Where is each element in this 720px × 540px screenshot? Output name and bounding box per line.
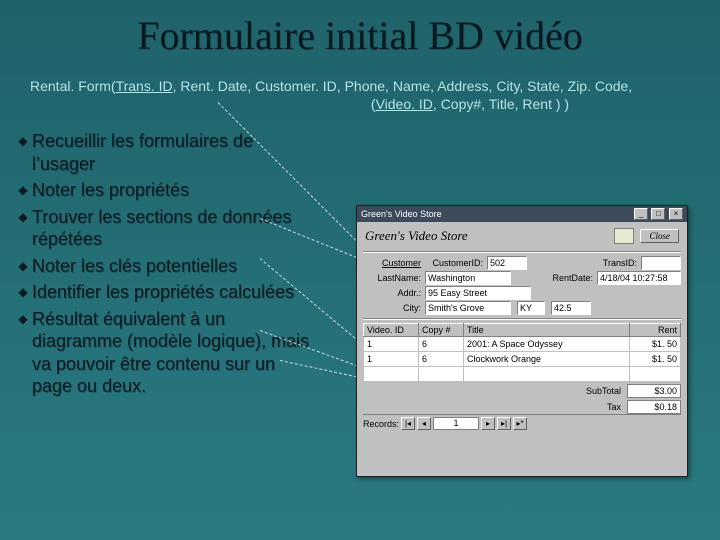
bullet-icon: ◆ [14, 206, 32, 224]
record-position[interactable]: 1 [433, 417, 479, 430]
tax-label: Tax [607, 402, 621, 412]
table-row[interactable]: 1 6 Clockwork Orange $1. 50 [364, 352, 681, 367]
customer-id-field[interactable]: 502 [487, 256, 527, 270]
address-label: Addr.: [363, 288, 425, 298]
trans-id-field[interactable] [641, 256, 681, 270]
subtotal-label: SubTotal [586, 386, 621, 396]
rent-date-field[interactable]: 4/18/04 10:27:58 [597, 271, 681, 285]
bullet-icon: ◆ [14, 308, 32, 326]
cell[interactable] [630, 367, 681, 382]
city-label: City: [363, 303, 425, 313]
zip-field[interactable]: 42.5 [551, 301, 591, 315]
address-field[interactable]: 95 Easy Street [425, 286, 531, 300]
app-header-title: Green's Video Store [365, 228, 468, 244]
subtotal-value: $3.00 [627, 384, 681, 398]
app-window: Green's Video Store _ □ × Green's Video … [356, 205, 688, 477]
cell[interactable]: 1 [364, 352, 419, 367]
bullet-text: Trouver les sections de données répétées [32, 206, 314, 251]
maximize-icon[interactable]: □ [651, 208, 665, 220]
state-field[interactable]: KY [517, 301, 545, 315]
cell[interactable] [464, 367, 630, 382]
window-title: Green's Video Store [361, 209, 442, 219]
table-row[interactable] [364, 367, 681, 382]
last-name-field[interactable]: Washington [425, 271, 511, 285]
cell[interactable]: Clockwork Orange [464, 352, 630, 367]
schema-text: Rental. Form(Trans. ID, Rent. Date, Cust… [30, 78, 690, 113]
list-item: ◆Résultat équivalent à un diagramme (mod… [14, 308, 314, 398]
col-title[interactable]: Title [464, 324, 630, 337]
window-titlebar: Green's Video Store _ □ × [357, 206, 687, 222]
nav-next-icon[interactable]: ▸ [481, 417, 495, 430]
list-item: ◆Trouver les sections de données répétée… [14, 206, 314, 251]
list-item: ◆Identifier les propriétés calculées [14, 281, 314, 304]
cell[interactable]: 6 [419, 337, 464, 352]
table-row[interactable]: 1 6 2001: A Space Odyssey $1. 50 [364, 337, 681, 352]
cell[interactable] [364, 367, 419, 382]
bullet-text: Résultat équivalent à un diagramme (modè… [32, 308, 314, 398]
logo-icon [614, 228, 634, 244]
bullet-text: Noter les propriétés [32, 179, 189, 202]
bullet-text: Recueillir les formulaires de l’usager [32, 130, 314, 175]
last-name-label: LastName: [363, 273, 425, 283]
cell[interactable] [419, 367, 464, 382]
customer-section-label: Customer [363, 258, 425, 268]
nav-first-icon[interactable]: |◂ [401, 417, 415, 430]
bullet-text: Identifier les propriétés calculées [32, 281, 294, 304]
schema-line1-key: Trans. ID [116, 78, 173, 94]
rental-table: Video. ID Copy # Title Rent 1 6 2001: A … [363, 323, 681, 382]
cell[interactable]: $1. 50 [630, 352, 681, 367]
bullet-icon: ◆ [14, 130, 32, 148]
schema-line1-pre: Rental. Form( [30, 78, 116, 94]
customer-id-label: CustomerID: [425, 258, 487, 268]
city-field[interactable]: Smith's Grove [425, 301, 511, 315]
tax-value: $0.18 [627, 400, 681, 414]
cell[interactable]: 1 [364, 337, 419, 352]
cell[interactable]: 6 [419, 352, 464, 367]
cell[interactable]: 2001: A Space Odyssey [464, 337, 630, 352]
col-rent[interactable]: Rent [630, 324, 681, 337]
nav-last-icon[interactable]: ▸| [497, 417, 511, 430]
bullet-icon: ◆ [14, 255, 32, 273]
list-item: ◆Noter les propriétés [14, 179, 314, 202]
col-video-id[interactable]: Video. ID [364, 324, 419, 337]
bullet-icon: ◆ [14, 179, 32, 197]
nav-prev-icon[interactable]: ◂ [417, 417, 431, 430]
records-label: Records: [363, 419, 399, 429]
bullet-text: Noter les clés potentielles [32, 255, 237, 278]
minimize-icon[interactable]: _ [634, 208, 648, 220]
cell[interactable]: $1. 50 [630, 337, 681, 352]
nav-new-icon[interactable]: ▸* [513, 417, 527, 430]
schema-line2-key: Video. ID [376, 96, 433, 112]
trans-id-label: TransID: [579, 258, 641, 268]
rent-date-label: RentDate: [535, 273, 597, 283]
bullet-icon: ◆ [14, 281, 32, 299]
close-button[interactable]: Close [640, 229, 679, 243]
close-icon[interactable]: × [669, 208, 683, 220]
schema-line1-rest: , Rent. Date, Customer. ID, Phone, Name,… [173, 78, 633, 94]
slide-title: Formulaire initial BD vidéo [0, 12, 720, 59]
col-copy[interactable]: Copy # [419, 324, 464, 337]
schema-line2-rest: , Copy#, Title, Rent ) ) [433, 96, 569, 112]
